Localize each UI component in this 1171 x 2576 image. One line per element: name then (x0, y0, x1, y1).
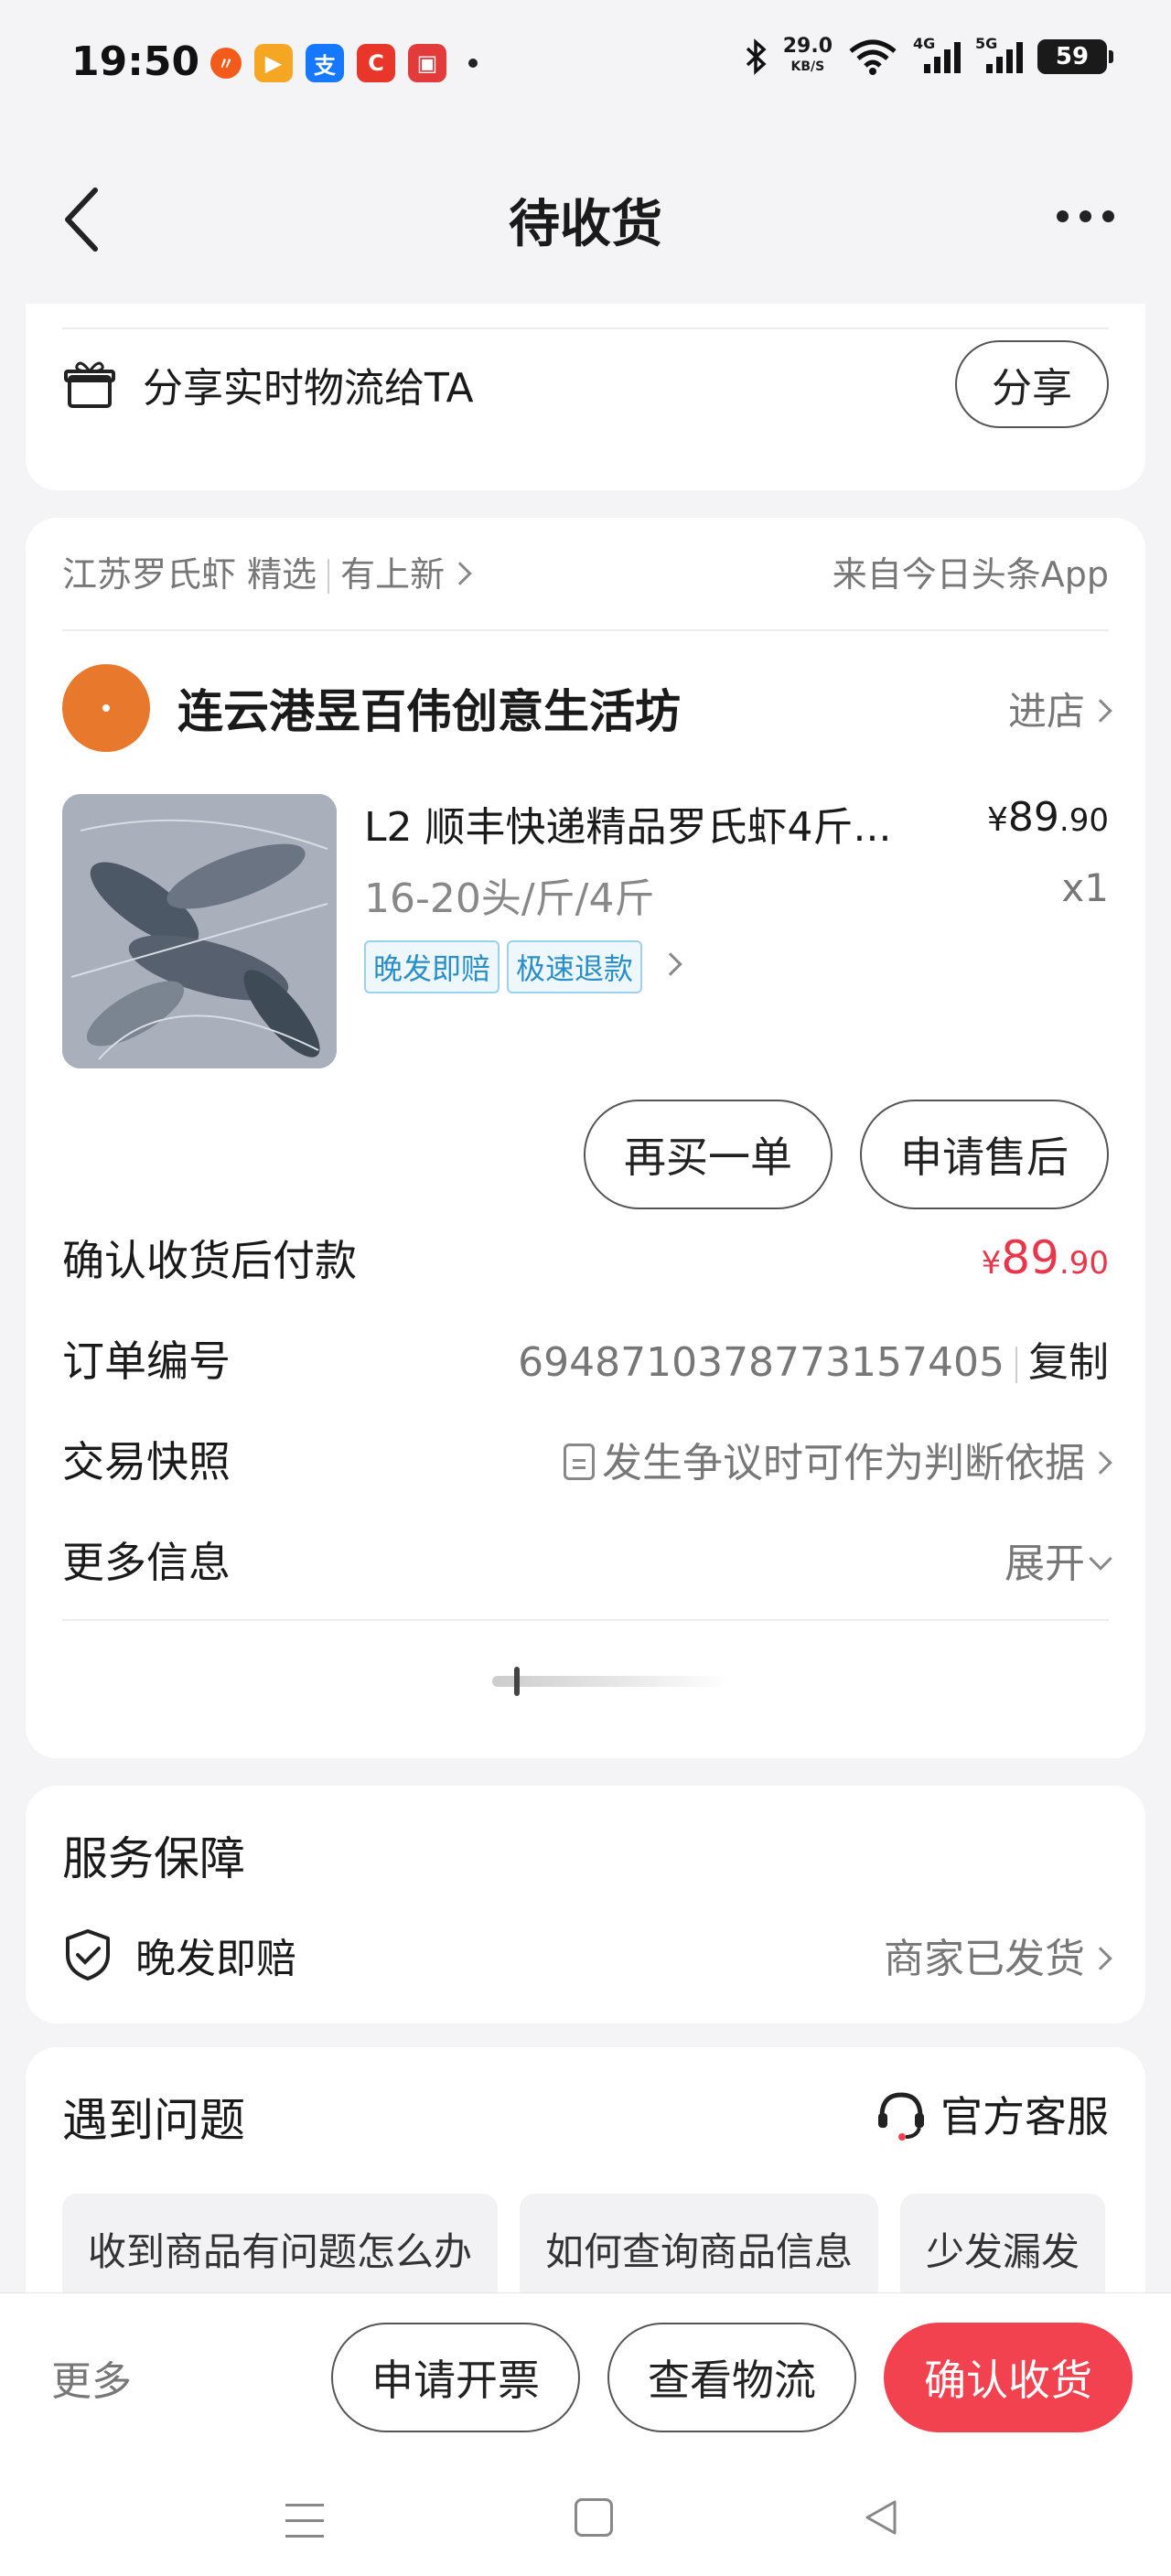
chevron-right-icon (659, 952, 682, 976)
snapshot-row[interactable]: 交易快照 发生争议时可作为判断依据 (62, 1427, 1112, 1491)
order-number-label: 订单编号 (62, 1336, 231, 1386)
chevron-right-icon (1089, 1451, 1112, 1475)
more-options-button[interactable] (1057, 210, 1114, 222)
store-name: 连云港昱百伟创意生活坊 (177, 685, 681, 738)
share-row: 分享实时物流给TA 分享 (62, 340, 1109, 428)
shop-tag-link[interactable]: 江苏罗氏虾 精选 有上新 (62, 546, 472, 596)
problems-title: 遇到问题 (62, 2094, 245, 2147)
faq-item[interactable]: 少发漏发 (900, 2194, 1106, 2303)
copy-button[interactable]: 复制 (1028, 1339, 1109, 1386)
order-number-row: 订单编号 6948710378773157405 复制 (62, 1326, 1109, 1390)
page-title: 待收货 (509, 195, 662, 254)
tag-fast-refund: 极速退款 (507, 940, 643, 993)
faq-item[interactable]: 收到商品有问题怎么办 (62, 2194, 499, 2303)
problems-card: 遇到问题 官方客服 收到商品有问题怎么办 如何查询商品信息 少发漏发 (26, 2047, 1145, 2322)
payment-label: 确认收货后付款 (62, 1236, 357, 1285)
service-tags[interactable]: 晚发即赔 极速退款 (364, 940, 682, 993)
page-header: 待收货 (0, 156, 1171, 279)
product-quantity: x1 (1061, 865, 1109, 910)
chevron-right-icon (1089, 1947, 1112, 1970)
service-status: 商家已发货 (884, 1926, 1112, 1984)
wifi-icon (849, 39, 897, 75)
bluetooth-icon (746, 38, 767, 75)
weibo-app-icon: 〃 (210, 48, 242, 79)
order-card: 江苏罗氏虾 精选 有上新 来自今日头条App 连云港昱百伟创意生活坊 进店 L2 … (26, 518, 1145, 1758)
loading-indicator (492, 1667, 730, 1696)
signal-5g-icon: 5G (975, 35, 1023, 75)
order-number: 6948710378773157405 (518, 1339, 1004, 1386)
order-actions: 再买一单 申请售后 (584, 1100, 1109, 1209)
menu-nav-icon[interactable] (285, 2504, 324, 2540)
divider (62, 327, 1109, 329)
divider (62, 1619, 1109, 1621)
service-row[interactable]: 晚发即赔 商家已发货 (62, 1923, 1112, 1987)
net-speed: 29.0 KB/S (782, 35, 833, 75)
store-avatar (62, 664, 150, 752)
more-info-row[interactable]: 更多信息 展开 (62, 1528, 1112, 1592)
enter-store-link[interactable]: 进店 (1008, 681, 1112, 736)
faq-list: 收到商品有问题怎么办 如何查询商品信息 少发漏发 (62, 2194, 1109, 2303)
divider (62, 629, 1109, 631)
after-sale-button[interactable]: 申请售后 (860, 1100, 1109, 1209)
product-spec: 16-20头/斤/4斤 (364, 875, 655, 922)
more-link[interactable]: 更多 (51, 2348, 132, 2407)
more-notifications-dot (468, 59, 478, 68)
expand-link[interactable]: 展开 (1004, 1540, 1085, 1587)
headset-icon (878, 2092, 924, 2141)
alipay-app-icon: 支 (306, 44, 344, 82)
more-info-label: 更多信息 (62, 1538, 231, 1587)
home-nav-icon[interactable] (575, 2498, 613, 2537)
product-image[interactable] (62, 794, 337, 1068)
shield-check-icon (66, 1929, 110, 1980)
share-text: 分享实时物流给TA (143, 365, 474, 412)
bottom-buttons: 申请开票 查看物流 确认收货 (331, 2323, 1133, 2432)
confirm-receipt-button[interactable]: 确认收货 (884, 2323, 1133, 2432)
video-app-icon: ▶ (254, 44, 293, 82)
product-title[interactable]: L2 顺丰快递精品罗氏虾4斤... (364, 794, 950, 853)
notification-app-icons: 〃 ▶ 支 C ▣ (210, 44, 478, 82)
tag-late-compensation: 晚发即赔 (364, 940, 500, 993)
system-nav-bar (0, 2476, 1171, 2559)
status-bar: 19:50 〃 ▶ 支 C ▣ 29.0 KB/S 4G 5G 59 (0, 0, 1171, 128)
store-row[interactable]: 连云港昱百伟创意生活坊 进店 (62, 664, 1112, 752)
c-app-icon: C (357, 44, 395, 82)
status-time: 19:50 (71, 38, 200, 85)
gift-icon (64, 361, 115, 408)
payment-row: 确认收货后付款 ¥89.90 (62, 1226, 1109, 1290)
status-indicators: 29.0 KB/S 4G 5G 59 (745, 35, 1113, 77)
back-nav-icon[interactable] (860, 2496, 902, 2538)
request-invoice-button[interactable]: 申请开票 (331, 2323, 580, 2432)
signal-4g-icon: 4G (913, 35, 961, 75)
customer-service-link[interactable]: 官方客服 (873, 2084, 1109, 2144)
calendar-app-icon: ▣ (408, 44, 446, 82)
faq-item[interactable]: 如何查询商品信息 (520, 2194, 879, 2303)
shop-header: 江苏罗氏虾 精选 有上新 来自今日头条App (62, 545, 1109, 596)
buy-again-button[interactable]: 再买一单 (584, 1100, 833, 1209)
chevron-down-icon (1089, 1547, 1112, 1571)
product-price: ¥89.90 (987, 794, 1109, 841)
shrimp-image (62, 794, 337, 1068)
snapshot-label: 交易快照 (62, 1437, 231, 1487)
bottom-action-bar: 更多 申请开票 查看物流 确认收货 (0, 2292, 1171, 2576)
service-name: 晚发即赔 (135, 1936, 296, 1982)
chevron-right-icon (1089, 699, 1112, 723)
snapshot-value: 发生争议时可作为判断依据 (602, 1440, 1085, 1487)
document-icon (564, 1444, 595, 1480)
share-card: 分享实时物流给TA 分享 (26, 304, 1145, 490)
source-label: 来自今日头条App (832, 553, 1109, 595)
share-button[interactable]: 分享 (955, 340, 1109, 428)
service-card: 服务保障 晚发即赔 商家已发货 (26, 1786, 1145, 2023)
payment-amount: ¥89.90 (981, 1231, 1109, 1284)
service-title: 服务保障 (62, 1832, 245, 1885)
battery-icon: 59 (1037, 39, 1113, 74)
view-logistics-button[interactable]: 查看物流 (607, 2323, 856, 2432)
chevron-right-icon (448, 562, 472, 585)
